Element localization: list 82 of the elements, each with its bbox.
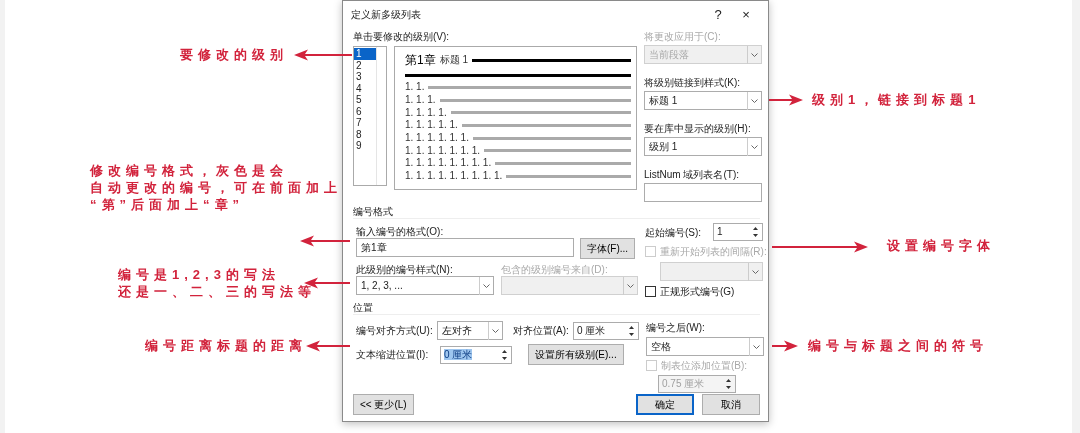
dropdown[interactable]: 标题 1	[644, 91, 762, 110]
chevron-down-icon	[752, 269, 759, 274]
help-button[interactable]: ?	[704, 6, 732, 23]
label: 此级别的编号样式(N):	[356, 263, 454, 276]
level-listbox[interactable]: 1 2 3 4 5 6 7 8 9	[353, 46, 387, 186]
annotation-text: 级别1，链接到标题1	[812, 91, 981, 108]
list-item[interactable]: 3	[354, 71, 376, 83]
list-item[interactable]: 5	[354, 94, 376, 106]
spinner-arrows-icon[interactable]	[751, 225, 760, 239]
preview-line: 1. 1. 1. 1. 1.	[405, 119, 458, 132]
less-button[interactable]: << 更少(L)	[353, 394, 414, 415]
preview-line: 1. 1. 1.	[405, 94, 436, 107]
arrow	[300, 235, 350, 247]
window-title: 定义新多级列表	[351, 8, 422, 21]
annotation-text: 设置编号字体	[887, 237, 995, 254]
chevron-down-icon	[751, 52, 758, 57]
list-item[interactable]: 4	[354, 82, 376, 94]
checkbox-label: 正规形式编号(G)	[660, 285, 735, 298]
ok-button[interactable]: 确定	[636, 394, 694, 415]
spinner-arrows-icon[interactable]	[627, 323, 636, 338]
section-title: 编号格式	[353, 206, 393, 217]
text-field[interactable]	[644, 183, 762, 202]
list-item[interactable]: 1	[354, 48, 376, 60]
label: 输入编号的格式(O):	[356, 225, 445, 238]
label: 单击要修改的级别(V):	[353, 30, 451, 43]
text-field[interactable]: 第1章	[356, 238, 574, 257]
list-item[interactable]: 2	[354, 59, 376, 71]
list-item[interactable]: 6	[354, 105, 376, 117]
label: 要在库中显示的级别(H):	[644, 122, 752, 135]
arrow	[769, 94, 803, 106]
chevron-down-icon	[751, 144, 758, 149]
annotation-text: 修改编号格式，灰色是会 自动更改的编号，可在前面加上 “第”后面加上“章”	[90, 162, 342, 213]
list-item[interactable]: 9	[354, 140, 376, 152]
close-button[interactable]: ×	[732, 6, 760, 23]
label: 对齐位置(A):	[512, 324, 569, 337]
spin-box[interactable]: 0 厘米	[440, 345, 512, 364]
arrow	[772, 340, 798, 352]
label: ListNum 域列表名(T):	[644, 168, 740, 181]
label: 包含的级别编号来自(D):	[501, 263, 609, 276]
spin-box[interactable]: 0 厘米	[572, 321, 639, 340]
label: 将更改应用于(C):	[644, 30, 722, 43]
label: 编号对齐方式(U):	[356, 324, 433, 337]
label: 编号之后(W):	[646, 321, 706, 334]
label: 起始编号(S):	[645, 225, 702, 239]
preview-line: 1. 1.	[405, 81, 425, 94]
dropdown[interactable]: 级别 1	[644, 137, 762, 156]
label: 将级别链接到样式(K):	[644, 76, 742, 89]
annotation-text: 编号与标题之间的符号	[808, 337, 988, 354]
chevron-down-icon	[483, 283, 490, 288]
dropdown[interactable]: 左对齐	[436, 321, 503, 340]
checkbox-label: 重新开始列表的间隔(R):	[660, 245, 767, 258]
font-button[interactable]: 字体(F)...	[580, 238, 636, 259]
dropdown[interactable]: 1, 2, 3, ...	[356, 276, 494, 295]
spinner-arrows-icon[interactable]	[500, 347, 509, 362]
preview-line: 1. 1. 1. 1. 1. 1. 1. 1. 1.	[405, 170, 503, 183]
list-item[interactable]: 7	[354, 117, 376, 129]
set-all-levels-button[interactable]: 设置所有级别(E)...	[528, 344, 624, 365]
annotation-text: 要修改的级别	[180, 46, 288, 63]
chevron-down-icon	[491, 328, 499, 333]
arrow	[306, 340, 350, 352]
chevron-down-icon	[753, 344, 760, 349]
checkbox-label: 制表位添加位置(B):	[661, 359, 748, 372]
preview-style-name: 标题 1	[439, 54, 469, 66]
preview-line: 1. 1. 1. 1. 1. 1.	[405, 132, 469, 145]
annotation-text: 编号是1,2,3的写法 还是一、二、三的写法等	[118, 266, 316, 300]
section-title: 位置	[353, 302, 373, 313]
preview-line: 1. 1. 1. 1.	[405, 106, 447, 119]
preview-line: 1. 1. 1. 1. 1. 1. 1.	[405, 144, 481, 157]
list-item[interactable]: 8	[354, 128, 376, 140]
spin-box[interactable]: 1	[713, 223, 763, 241]
dropdown: 当前段落	[644, 45, 762, 64]
preview-line: 1. 1. 1. 1. 1. 1. 1. 1.	[405, 157, 492, 170]
dropdown[interactable]: 空格	[646, 337, 764, 356]
spin-box: 0.75 厘米	[658, 375, 736, 393]
chevron-down-icon	[627, 283, 634, 288]
annotation-text: 编号距离标题的距离	[145, 337, 307, 354]
checkbox[interactable]	[645, 286, 656, 297]
label: 文本缩进位置(I):	[356, 348, 430, 361]
arrow	[294, 49, 352, 61]
chevron-down-icon	[751, 98, 758, 103]
preview-heading: 第1章	[405, 52, 436, 68]
cancel-button[interactable]: 取消	[702, 394, 760, 415]
